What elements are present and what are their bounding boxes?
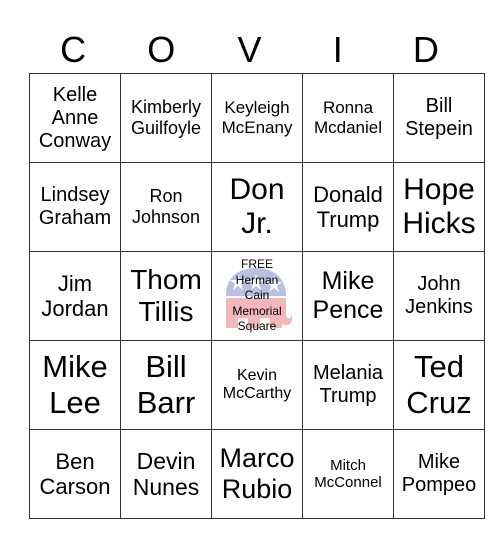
cell-label: Jim Jordan [41,270,109,321]
header-letter-d: D [412,29,439,70]
bingo-row: Mike Lee Bill Barr Kevin McCarthy Melani… [29,340,485,430]
bingo-cell[interactable]: Hope Hicks [393,162,485,252]
bingo-cell[interactable]: Ted Cruz [393,340,485,430]
bingo-cell[interactable]: Thom Tillis [120,251,212,341]
cell-label: Mike Pence [312,267,384,324]
cell-label: Thom Tillis [130,263,202,327]
cell-label: Mike Lee [42,349,108,420]
bingo-cell[interactable]: Melania Trump [302,340,394,430]
cell-label: Bill Barr [136,349,196,420]
bingo-cell[interactable]: Keyleigh McEnany [211,73,303,163]
cell-label: Marco Rubio [219,442,295,504]
cell-label: Kelle Anne Conway [38,83,112,152]
header-letter-v: V [237,29,262,70]
cell-label: Don Jr. [229,172,285,241]
bingo-row: Lindsey Graham Ron Johnson Don Jr. Donal… [29,162,485,252]
header-letter-o: O [147,29,176,70]
bingo-cell[interactable]: John Jenkins [393,251,485,341]
bingo-row: Kelle Anne Conway Kimberly Guilfoyle Key… [29,73,485,163]
cell-label: Ben Carson [39,448,111,499]
cell-label: Kevin McCarthy [222,366,292,402]
cell-label: Devin Nunes [132,447,200,500]
bingo-cell[interactable]: Kimberly Guilfoyle [120,73,212,163]
free-space-cell[interactable]: FREE Herman Cain Memorial Square [211,251,303,341]
bingo-cell[interactable]: Mike Pence [302,251,394,341]
bingo-cell[interactable]: Mitch McConnel [302,429,394,519]
bingo-header: C O V I D [29,28,470,72]
bingo-grid: Kelle Anne Conway Kimberly Guilfoyle Key… [29,73,485,519]
header-letter-i: I [332,29,343,70]
bingo-cell[interactable]: Kevin McCarthy [211,340,303,430]
bingo-cell[interactable]: Jim Jordan [29,251,121,341]
bingo-cell[interactable]: Kelle Anne Conway [29,73,121,163]
free-space-line: Square [237,319,277,334]
bingo-cell[interactable]: Mike Pompeo [393,429,485,519]
cell-label: Ronna Mcdaniel [313,98,383,137]
free-space-line: FREE [240,257,273,272]
bingo-cell[interactable]: Donald Trump [302,162,394,252]
bingo-cell[interactable]: Mike Lee [29,340,121,430]
bingo-cell[interactable]: Ron Johnson [120,162,212,252]
cell-label: Hope Hicks [402,172,476,241]
bingo-cell[interactable]: Don Jr. [211,162,303,252]
free-space-line: Herman [235,272,279,287]
cell-label: Mike Pompeo [401,451,477,496]
header-letter-c: C [60,29,87,70]
cell-label: Melania Trump [312,362,384,407]
cell-label: Kimberly Guilfoyle [130,97,202,138]
bingo-cell[interactable]: Marco Rubio [211,429,303,519]
bingo-cell[interactable]: Bill Barr [120,340,212,430]
cell-label: Mitch McConnel [314,456,382,491]
cell-label: John Jenkins [405,273,473,318]
free-space-line: Cain [244,288,270,303]
bingo-cell[interactable]: Lindsey Graham [29,162,121,252]
cell-label: Ted Cruz [406,349,472,420]
bingo-row: Ben Carson Devin Nunes Marco Rubio Mitch… [29,429,485,519]
bingo-cell[interactable]: Ronna Mcdaniel [302,73,394,163]
bingo-cell[interactable]: Bill Stepein [393,73,485,163]
free-space-text: FREE Herman Cain Memorial Square [213,257,301,335]
free-space-line: Memorial [232,303,282,318]
cell-label: Ron Johnson [131,186,201,227]
cell-label: Keyleigh McEnany [221,98,293,137]
cell-label: Lindsey Graham [38,184,112,229]
cell-label: Bill Stepein [405,95,473,140]
bingo-cell[interactable]: Devin Nunes [120,429,212,519]
bingo-cell[interactable]: Ben Carson [29,429,121,519]
cell-label: Donald Trump [313,181,383,232]
bingo-row: Jim Jordan Thom Tillis FREE Herman Cain … [29,251,485,341]
